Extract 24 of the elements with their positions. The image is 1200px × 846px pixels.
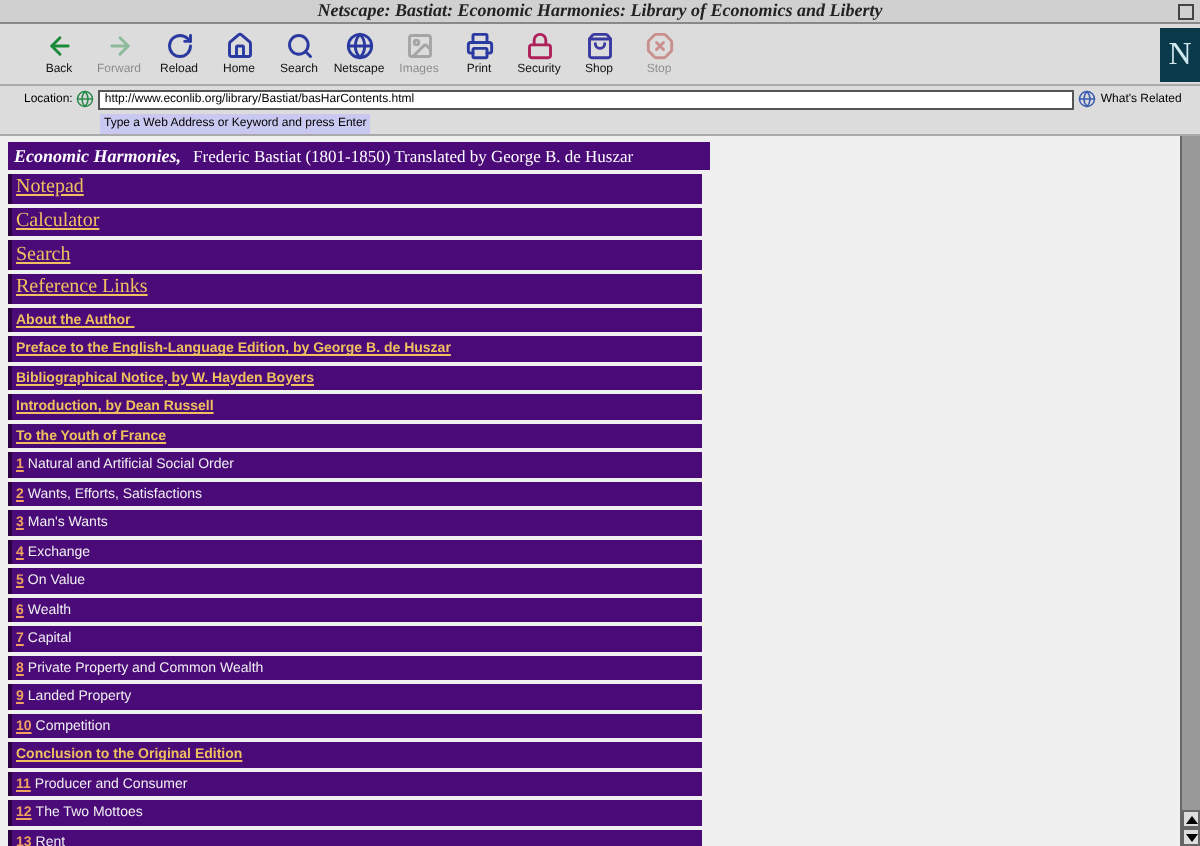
home-icon: [225, 32, 253, 60]
forward-arrow-icon: [105, 32, 133, 60]
logo-letter: N: [1168, 39, 1192, 71]
globe-icon: [345, 32, 373, 60]
zoom-box-icon[interactable]: [1178, 4, 1194, 20]
link[interactable]: Reference Links: [16, 278, 148, 299]
link[interactable]: Calculator: [16, 212, 100, 233]
image-icon: [405, 32, 433, 60]
scroll-up-button[interactable]: [1182, 810, 1200, 828]
stop-icon: [645, 32, 673, 60]
shopping-bag-icon: [585, 32, 613, 60]
bookmark-icon[interactable]: [76, 90, 95, 108]
window-title: Netscape: Bastiat: Economic Harmonies: Library of Economics and Liberty: [317, 2, 883, 20]
book-title: Economic Harmonies,: [14, 147, 182, 165]
lock-icon: [525, 32, 553, 60]
search-icon: [285, 32, 313, 60]
printer-icon: [465, 32, 493, 60]
link[interactable]: Notepad: [16, 178, 84, 199]
byline: Frederic Bastiat (1801-1850) Translated by George B. de Huszar: [193, 147, 634, 165]
scroll-down-button[interactable]: [1182, 828, 1200, 846]
scrollbar[interactable]: [1180, 136, 1200, 846]
globe-icon[interactable]: [1078, 90, 1097, 108]
link[interactable]: Search: [16, 245, 71, 266]
reload-icon: [165, 32, 193, 60]
